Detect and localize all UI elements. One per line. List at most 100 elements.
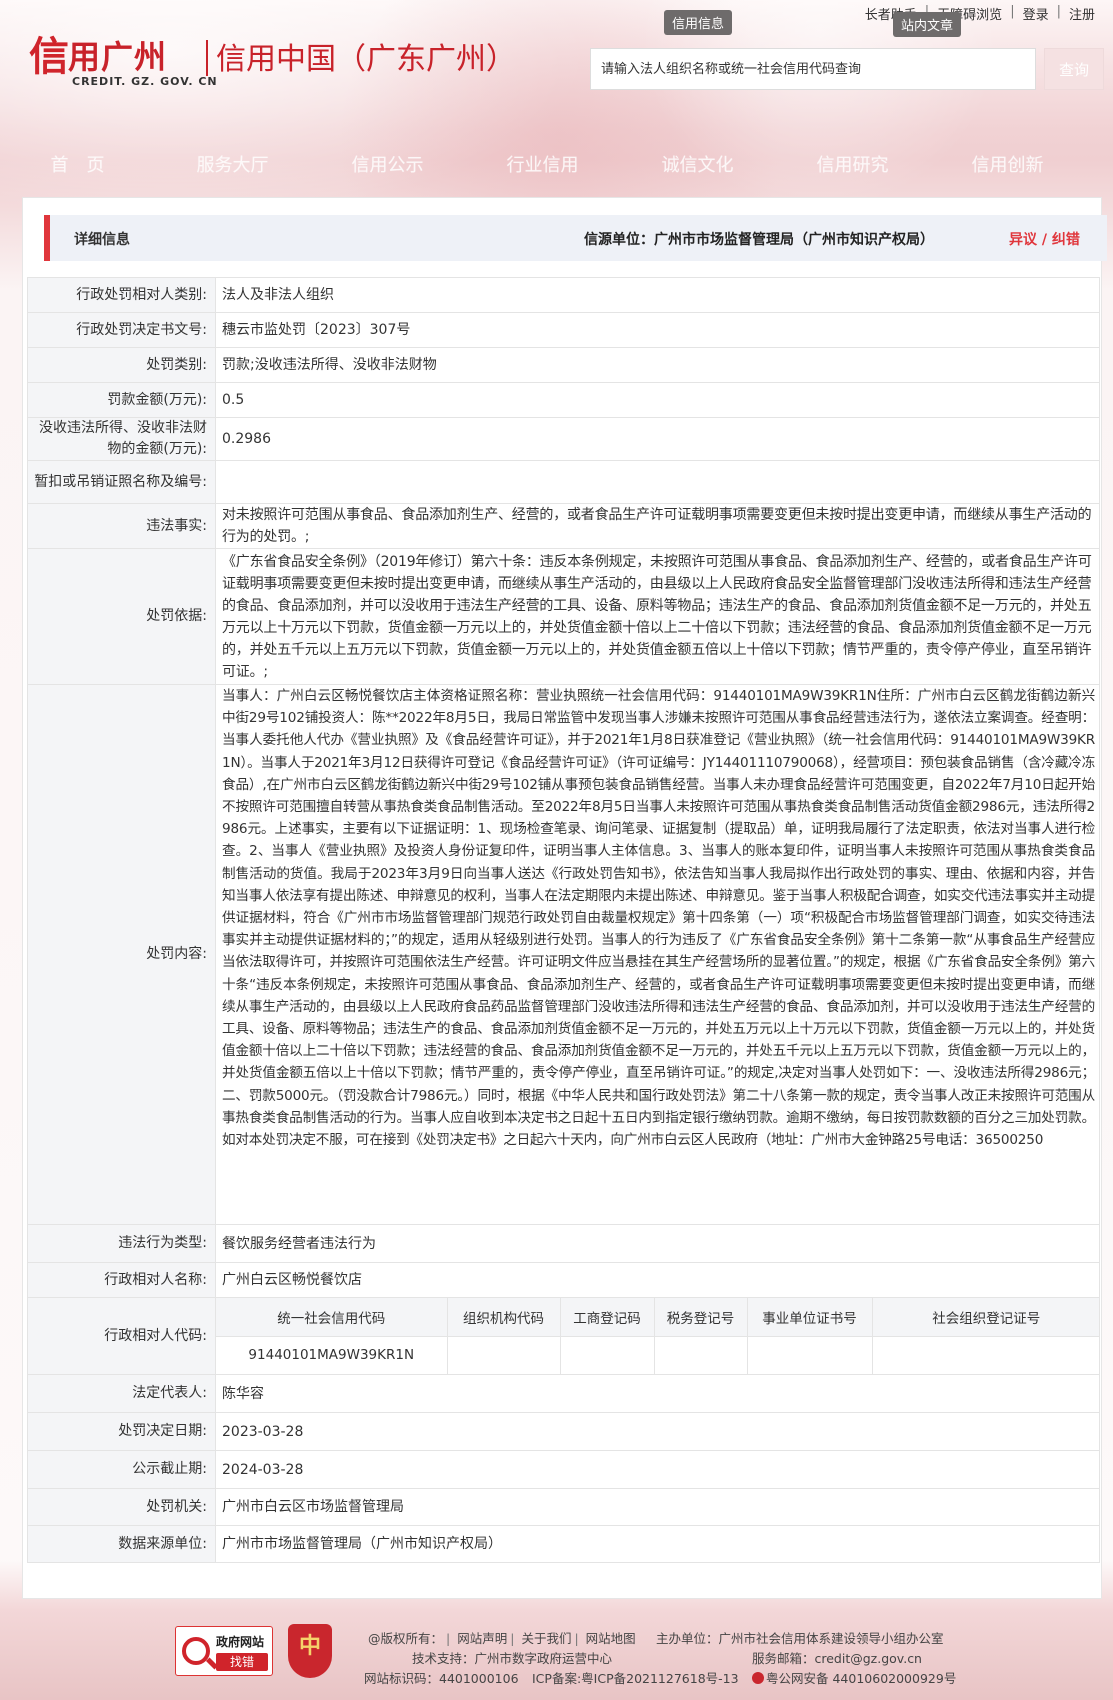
row-value: 穗云市监处罚〔2023〕307号: [215, 312, 1100, 348]
nav-integrity-culture[interactable]: 诚信文化: [620, 148, 775, 184]
source-unit: 信源单位：广州市市场监督管理局（广州市知识产权局）: [584, 232, 934, 248]
nav-credit-innovation[interactable]: 信用创新: [930, 148, 1085, 184]
police-badge-icon: [752, 1672, 764, 1684]
row-value: 《广东省食品安全条例》（2019年修订）第六十条：违反本条例规定，未按照许可范围…: [215, 548, 1100, 685]
site-footer: 政府网站 找错 中 @版权所有： | 网站声明 | 关于我们 | 网站地图 主办单位：…: [0, 1612, 1113, 1700]
table-row: 处罚依据: 《广东省食品安全条例》（2019年修订）第六十条：违反本条例规定，未…: [27, 548, 1100, 685]
table-row: 违法行为类型: 餐饮服务经营者违法行为: [27, 1224, 1100, 1263]
party-govt-shield-icon[interactable]: 中: [288, 1624, 332, 1678]
code-cell: 统一社会信用代码 组织机构代码 工商登记码 税务登记号 事业单位证书号 社会组织…: [215, 1297, 1100, 1375]
gov-badge-action: 找错: [216, 1653, 268, 1671]
code-header: 组织机构代码: [446, 1298, 561, 1337]
row-value: 法人及非法人组织: [215, 277, 1100, 313]
code-header: 社会组织登记证号: [871, 1298, 1100, 1337]
penalty-content-text: 当事人：广州白云区畅悦餐饮店主体资格证照名称：营业执照统一社会信用代码：9144…: [222, 688, 1095, 1149]
host-unit: 主办单位：广州市社会信用体系建设领导小组办公室: [656, 1631, 944, 1646]
nav-industry-credit[interactable]: 行业信用: [465, 148, 620, 184]
code-header: 事业单位证书号: [746, 1298, 873, 1337]
footer-links: @版权所有： | 网站声明 | 关于我们 | 网站地图: [368, 1631, 636, 1646]
nav-service-hall[interactable]: 服务大厅: [155, 148, 310, 184]
code-value: [559, 1335, 655, 1374]
table-row: 数据来源单位: 广州市市场监督管理局（广州市知识产权局）: [27, 1525, 1100, 1563]
gov-site-error-badge[interactable]: 政府网站 找错: [175, 1626, 273, 1676]
row-value: 2024-03-28: [215, 1450, 1100, 1489]
row-label: 处罚内容:: [27, 684, 216, 1225]
site-logo[interactable]: 信 用广州 信用中国（广东广州） CREDIT. GZ. GOV. CN: [28, 30, 516, 96]
table-row: 处罚内容: 当事人：广州白云区畅悦餐饮店主体资格证照名称：营业执照统一社会信用代…: [27, 684, 1100, 1225]
row-label: 行政相对人名称:: [27, 1262, 216, 1298]
code-header: 工商登记码: [559, 1298, 655, 1337]
dispute-link[interactable]: 异议 / 纠错: [1009, 229, 1080, 249]
credit-info-tab[interactable]: 信用信息: [664, 10, 733, 35]
site-article-tab[interactable]: 站内文章: [893, 12, 962, 37]
nav-home[interactable]: 首 页: [0, 148, 155, 184]
table-row: 行政相对人名称: 广州白云区畅悦餐饮店: [27, 1262, 1100, 1298]
code-header: 统一社会信用代码: [216, 1298, 448, 1337]
row-label: 处罚依据:: [27, 548, 216, 685]
row-label: 违法事实:: [27, 503, 216, 549]
footer-link-statement[interactable]: 网站声明: [457, 1631, 507, 1646]
code-table: 统一社会信用代码 组织机构代码 工商登记码 税务登记号 事业单位证书号 社会组织…: [216, 1298, 1100, 1374]
table-row: 行政处罚相对人类别: 法人及非法人组织: [27, 277, 1100, 313]
row-label: 处罚机关:: [27, 1488, 216, 1526]
row-value: 广州市白云区市场监督管理局: [215, 1488, 1100, 1526]
code-value: [446, 1335, 561, 1374]
table-row: 处罚决定日期: 2023-03-28: [27, 1412, 1100, 1451]
code-value-row: 91440101MA9W39KR1N: [216, 1335, 1100, 1374]
table-row: 处罚机关: 广州市白云区市场监督管理局: [27, 1488, 1100, 1526]
row-label: 暂扣或吊销证照名称及编号:: [27, 460, 216, 504]
copyright-text: @版权所有：: [368, 1631, 444, 1646]
row-value: [215, 460, 1100, 504]
icp-record[interactable]: ICP备案:粤ICP备2021127618号-13: [532, 1668, 739, 1687]
row-value: 0.2986: [215, 417, 1100, 461]
nav-credit-publicity[interactable]: 信用公示: [310, 148, 465, 184]
table-row: 没收违法所得、没收非法财物的金额(万元): 0.2986: [27, 417, 1100, 461]
row-label: 法定代表人:: [27, 1374, 216, 1413]
row-label: 处罚类别:: [27, 347, 216, 383]
row-value: 0.5: [215, 382, 1100, 418]
row-value: 对未按照许可范围从事食品、食品添加剂生产、经营的，或者食品生产许可证载明事项需要…: [215, 503, 1100, 549]
gov-badge-title: 政府网站: [216, 1635, 265, 1649]
table-row: 罚款金额(万元): 0.5: [27, 382, 1100, 418]
code-value: 91440101MA9W39KR1N: [216, 1335, 448, 1374]
logo-mark: 信: [29, 33, 69, 80]
table-row: 行政处罚决定书文号: 穗云市监处罚〔2023〕307号: [27, 312, 1100, 348]
tech-support: 技术支持：广州市数字政府运营中心: [412, 1651, 613, 1666]
logo-title: 用广州: [68, 38, 168, 76]
footer-link-about[interactable]: 关于我们: [521, 1631, 571, 1646]
main-nav: 首 页 服务大厅 信用公示 行业信用 诚信文化 信用研究 信用创新: [0, 148, 1113, 184]
login-link[interactable]: 登录: [1015, 4, 1057, 23]
row-label: 数据来源单位:: [27, 1525, 216, 1563]
code-value: [871, 1335, 1100, 1374]
police-record[interactable]: 粤公网安备 44010602000929号: [752, 1668, 956, 1687]
code-value: [746, 1335, 873, 1374]
table-row: 违法事实: 对未按照许可范围从事食品、食品添加剂生产、经营的，或者食品生产许可证…: [27, 503, 1100, 549]
table-row: 公示截止期: 2024-03-28: [27, 1450, 1100, 1489]
row-value: 广州市市场监督管理局（广州市知识产权局）: [215, 1525, 1100, 1563]
logo-domain: CREDIT. GZ. GOV. CN: [72, 75, 218, 88]
service-email: 服务邮箱：credit@gz.gov.cn: [752, 1651, 922, 1666]
footer-link-sitemap[interactable]: 网站地图: [586, 1631, 636, 1646]
table-row: 法定代表人: 陈华容: [27, 1374, 1100, 1413]
row-label: 罚款金额(万元):: [27, 382, 216, 418]
table-row: 处罚类别: 罚款;没收违法所得、没收非法财物: [27, 347, 1100, 383]
row-label: 行政处罚相对人类别:: [27, 277, 216, 313]
row-label: 违法行为类型:: [27, 1224, 216, 1263]
detail-header: 详细信息 信源单位：广州市市场监督管理局（广州市知识产权局） 异议 / 纠错: [44, 215, 1107, 261]
row-value: 罚款;没收违法所得、没收非法财物: [215, 347, 1100, 383]
nav-credit-research[interactable]: 信用研究: [775, 148, 930, 184]
row-label: 没收违法所得、没收非法财物的金额(万元):: [27, 417, 216, 461]
logo-subtitle: 信用中国（广东广州）: [216, 42, 516, 77]
row-value: 陈华容: [215, 1374, 1100, 1413]
search-input[interactable]: [590, 48, 1036, 90]
row-label: 公示截止期:: [27, 1450, 216, 1489]
row-value: 广州白云区畅悦餐饮店: [215, 1262, 1100, 1298]
search-button[interactable]: 查询: [1044, 48, 1104, 90]
police-record-text: 粤公网安备 44010602000929号: [766, 1671, 957, 1686]
register-link[interactable]: 注册: [1061, 4, 1103, 23]
logo-divider: [206, 40, 208, 76]
row-label: 行政处罚决定书文号:: [27, 312, 216, 348]
detail-table: 行政处罚相对人类别: 法人及非法人组织 行政处罚决定书文号: 穗云市监处罚〔20…: [27, 277, 1100, 1563]
table-row: 暂扣或吊销证照名称及编号:: [27, 460, 1100, 504]
magnifier-icon: [182, 1637, 210, 1665]
